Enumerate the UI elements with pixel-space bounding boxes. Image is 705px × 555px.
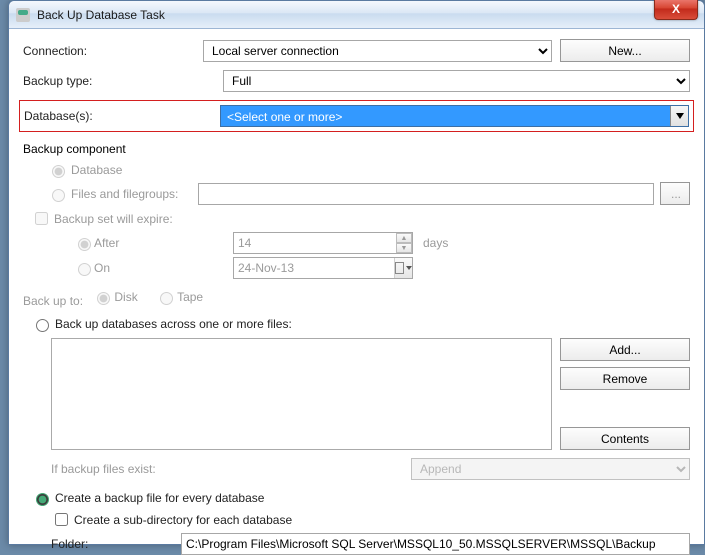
databases-row: Database(s): <Select one or more> <box>19 100 694 132</box>
files-filegroups-radio <box>52 189 65 202</box>
contents-button[interactable]: Contents <box>560 427 690 450</box>
expire-row: Backup set will expire: <box>31 209 690 228</box>
databases-select[interactable]: <Select one or more> <box>220 105 689 127</box>
add-button[interactable]: Add... <box>560 338 690 361</box>
on-option: On <box>73 260 233 276</box>
after-radio <box>78 238 91 251</box>
after-days-input <box>233 232 413 254</box>
database-radio <box>52 165 65 178</box>
databases-select-text: <Select one or more> <box>221 106 670 126</box>
subdir-label: Create a sub-directory for each database <box>74 513 292 527</box>
files-buttons: Add... Remove Contents <box>560 338 690 450</box>
backup-type-label: Backup type: <box>23 74 223 88</box>
tape-label: Tape <box>177 290 203 304</box>
close-icon: X <box>672 2 680 16</box>
after-label: After <box>94 236 119 250</box>
after-option: After <box>73 235 233 251</box>
files-area: Add... Remove Contents <box>51 338 690 450</box>
tape-option: Tape <box>155 289 203 305</box>
databases-label: Database(s): <box>24 109 220 123</box>
backup-to-row: Back up to: Disk Tape <box>23 289 690 308</box>
disk-option: Disk <box>92 289 137 305</box>
spinner-buttons: ▲ ▼ <box>396 233 412 253</box>
if-exist-label: If backup files exist: <box>51 462 411 476</box>
backup-to-label: Back up to: <box>23 294 83 308</box>
files-listbox[interactable] <box>51 338 552 450</box>
component-files-row: Files and filegroups: ... <box>47 182 690 205</box>
on-label: On <box>94 261 110 275</box>
client-area: Connection: Local server connection New.… <box>9 29 704 555</box>
if-exist-select: Append <box>411 458 690 480</box>
database-radio-label: Database <box>71 163 122 177</box>
titlebar: Back Up Database Task X <box>9 1 704 29</box>
new-connection-button[interactable]: New... <box>560 39 690 62</box>
connection-select[interactable]: Local server connection <box>203 40 552 62</box>
subdir-checkbox[interactable] <box>55 513 68 526</box>
window-title: Back Up Database Task <box>37 8 165 22</box>
files-filegroups-label: Files and filegroups: <box>71 187 178 201</box>
spin-up-icon: ▲ <box>396 233 412 243</box>
across-files-label: Back up databases across one or more fil… <box>55 317 292 331</box>
expire-checkbox <box>35 212 48 225</box>
spin-down-icon: ▼ <box>396 243 412 253</box>
disk-label: Disk <box>114 290 137 304</box>
backup-type-select[interactable]: Full <box>223 70 690 92</box>
files-filegroups-browse-button[interactable]: ... <box>660 182 690 205</box>
files-filegroups-input <box>198 183 654 205</box>
per-db-radio[interactable] <box>36 493 49 506</box>
expire-label: Backup set will expire: <box>54 212 173 226</box>
component-database-row: Database <box>47 162 690 178</box>
folder-row: Folder: <box>51 533 690 555</box>
app-icon <box>15 7 31 23</box>
calendar-dropdown-icon <box>394 258 412 278</box>
chevron-down-icon[interactable] <box>670 106 688 126</box>
on-date-field <box>233 257 413 279</box>
across-files-radio[interactable] <box>36 319 49 332</box>
disk-radio <box>97 292 110 305</box>
connection-row: Connection: Local server connection New.… <box>23 39 690 62</box>
connection-label: Connection: <box>23 44 203 58</box>
days-suffix: days <box>423 236 448 250</box>
folder-input[interactable] <box>181 533 690 555</box>
after-days-field: ▲ ▼ <box>233 232 413 254</box>
across-files-row: Back up databases across one or more fil… <box>31 316 690 332</box>
subdir-row: Create a sub-directory for each database <box>51 510 690 529</box>
folder-label: Folder: <box>51 537 181 551</box>
on-radio <box>78 263 91 276</box>
dialog-window: Back Up Database Task X Connection: Loca… <box>8 0 705 545</box>
tape-radio <box>160 292 173 305</box>
if-exist-row: If backup files exist: Append <box>51 458 690 480</box>
per-db-row: Create a backup file for every database <box>31 490 690 506</box>
backup-type-row: Backup type: Full <box>23 70 690 92</box>
expire-after-row: After ▲ ▼ days <box>73 232 690 254</box>
per-db-label: Create a backup file for every database <box>55 491 264 505</box>
backup-component-heading: Backup component <box>23 142 690 156</box>
close-button[interactable]: X <box>654 0 698 20</box>
on-date-input <box>233 257 413 279</box>
remove-button[interactable]: Remove <box>560 367 690 390</box>
expire-on-row: On <box>73 257 690 279</box>
